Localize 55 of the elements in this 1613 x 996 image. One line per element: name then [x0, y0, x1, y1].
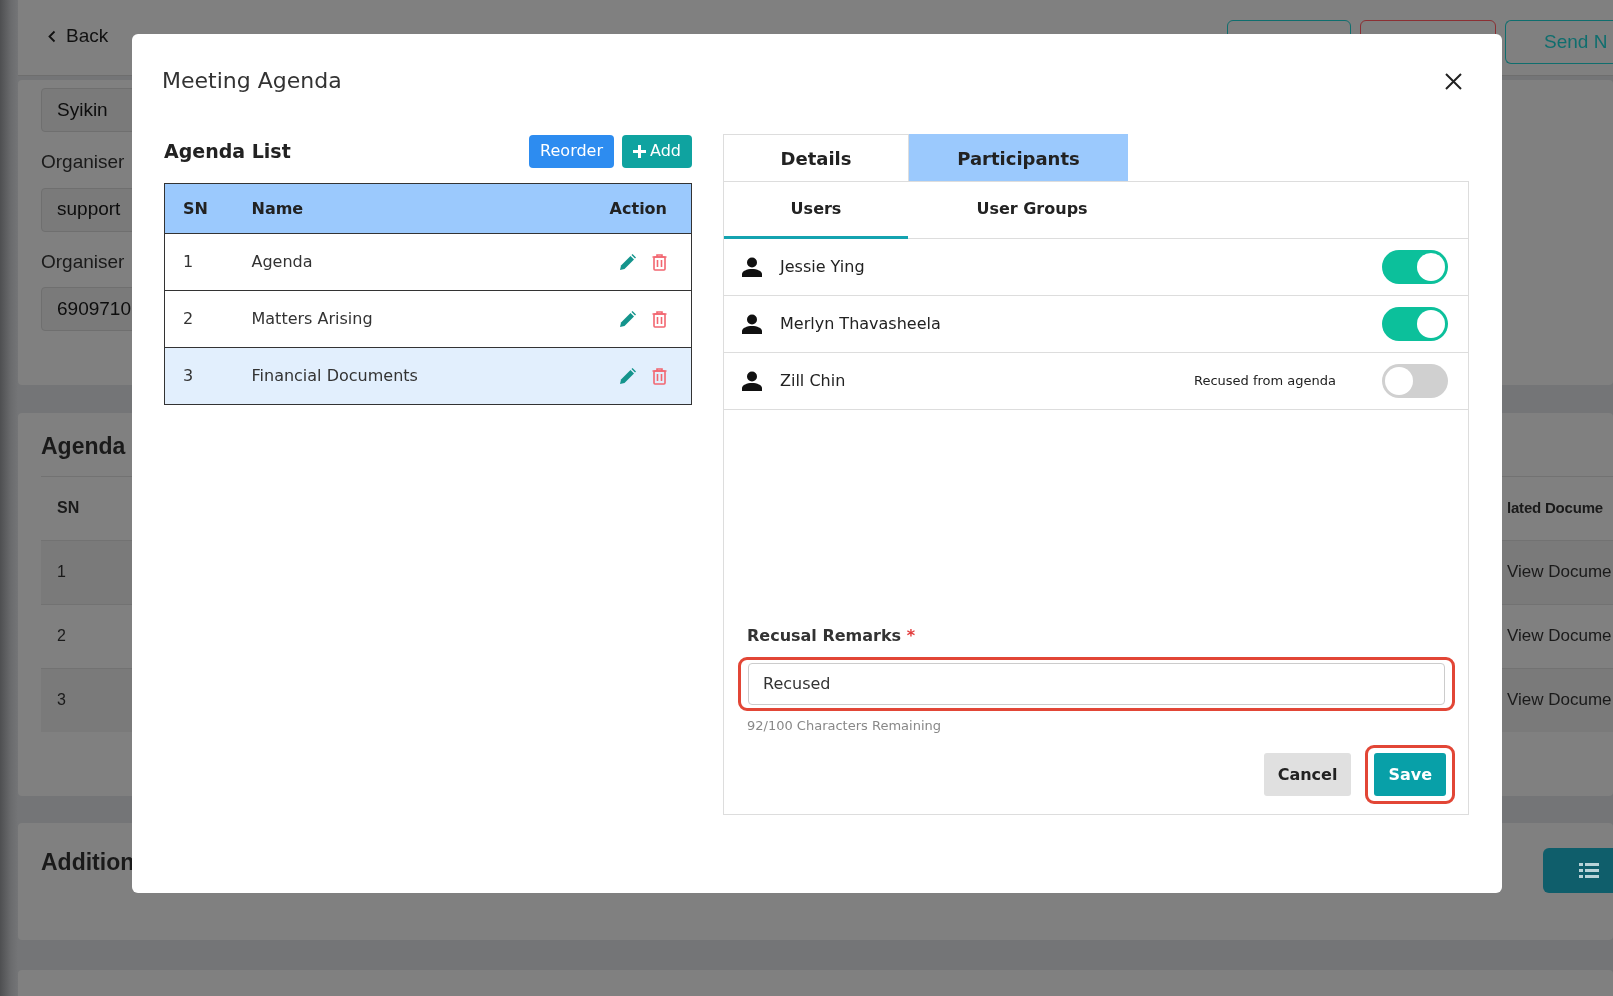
toggle-switch[interactable] — [1382, 364, 1448, 398]
back-link[interactable]: Back — [48, 22, 109, 51]
cancel-button[interactable]: Cancel — [1263, 753, 1352, 796]
tab[interactable]: Users — [724, 182, 908, 239]
field-label: Organiser — [41, 249, 125, 274]
column-header: lated Docume — [1507, 497, 1604, 518]
pencil-icon[interactable] — [619, 254, 636, 271]
table-cell: 1 — [183, 252, 194, 271]
tab[interactable]: Participants — [909, 134, 1128, 181]
reorder-button[interactable]: Reorder — [529, 134, 614, 168]
view-document-link[interactable]: View Docume — [1507, 562, 1612, 582]
remarks-field[interactable]: Recused — [748, 662, 1445, 705]
plus-icon — [633, 144, 646, 158]
view-document-link[interactable]: View Docume — [1507, 626, 1612, 646]
user-name: Jessie Ying — [780, 256, 865, 278]
tab[interactable]: User Groups — [908, 182, 1156, 239]
view-document-link[interactable]: View Docume — [1507, 690, 1612, 710]
user-icon — [742, 314, 762, 334]
helper-text: 92/100 Characters Remaining — [747, 716, 942, 735]
column-header: Name — [251, 198, 304, 218]
pencil-icon[interactable] — [619, 311, 636, 328]
status-note: Recused from agenda — [1193, 372, 1336, 391]
user-name: Merlyn Thavasheela — [780, 313, 941, 335]
list-icon — [1579, 862, 1599, 879]
table-cell: 2 — [183, 309, 194, 328]
close-icon — [1445, 72, 1462, 90]
table-cell-text: 3 — [56, 690, 66, 711]
table-cell-text: 1 — [56, 562, 66, 583]
toggle-switch[interactable] — [1382, 307, 1448, 341]
user-icon — [742, 371, 762, 391]
pencil-icon[interactable] — [619, 368, 636, 385]
toggle-switch[interactable] — [1382, 250, 1448, 284]
user-name: Zill Chin — [780, 370, 846, 392]
trash-icon[interactable] — [652, 368, 667, 385]
table-cell: Agenda — [251, 252, 313, 271]
table-cell: 3 — [183, 366, 194, 385]
chevron-left-icon — [48, 29, 56, 43]
save-button[interactable]: Save — [1374, 753, 1446, 796]
column-header: Action — [609, 198, 667, 218]
table-cell: Financial Documents — [251, 366, 418, 385]
add-button[interactable]: Add — [622, 134, 692, 168]
column-header: SN — [183, 198, 208, 218]
field-label: Recusal Remarks * — [747, 624, 917, 647]
table-cell: Matters Arising — [251, 309, 373, 328]
trash-icon[interactable] — [652, 254, 667, 271]
panel-title: Agenda List — [164, 139, 291, 163]
section-heading: Addition — [41, 849, 135, 877]
table-cell-text: 2 — [56, 626, 66, 647]
section-heading: Agenda — [41, 433, 127, 461]
field-label: Organiser — [41, 150, 125, 174]
tab[interactable]: Details — [723, 134, 909, 181]
column-header: SN — [56, 498, 80, 519]
list-button[interactable] — [1543, 848, 1613, 893]
trash-icon[interactable] — [652, 311, 667, 328]
user-icon — [742, 257, 762, 277]
